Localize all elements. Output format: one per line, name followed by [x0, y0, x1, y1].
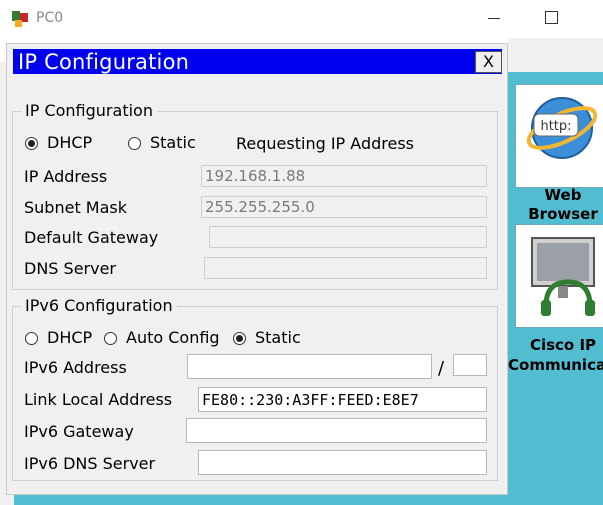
maximize-button[interactable] — [545, 11, 558, 24]
ipv6-static-radio[interactable] — [233, 332, 246, 345]
ip-address-label: IP Address — [24, 167, 108, 186]
ipv4-static-radio[interactable] — [128, 137, 141, 150]
ipv6-static-label[interactable]: Static — [255, 328, 301, 347]
ipv4-status-text: Requesting IP Address — [236, 134, 414, 153]
subnet-mask-label: Subnet Mask — [24, 198, 128, 217]
link-local-address-label: Link Local Address — [24, 390, 173, 409]
ipv6-dns-server-label: IPv6 DNS Server — [24, 454, 156, 473]
ip-configuration-dialog: IP Configuration X IP Configuration DHCP… — [7, 44, 507, 494]
ipv6-gateway-label: IPv6 Gateway — [24, 422, 134, 441]
prefix-separator: / — [438, 358, 445, 379]
tab-strip — [508, 38, 603, 63]
packet-tracer-pc-icon — [12, 11, 28, 27]
web-browser-label-line2: Browser — [528, 205, 598, 223]
ipv6-address-field[interactable] — [187, 354, 432, 379]
ipv6-address-label: IPv6 Address — [24, 358, 127, 377]
ip-address-field[interactable] — [201, 165, 487, 187]
close-button[interactable]: X — [475, 51, 502, 73]
window-title: PC0 — [36, 10, 64, 26]
ip-communicator-icon — [531, 237, 595, 316]
ipv4-static-label[interactable]: Static — [150, 133, 196, 152]
ipv6-prefix-field[interactable] — [453, 354, 487, 376]
ipv4-config-group: IP Configuration DHCP Static Requesting … — [12, 101, 498, 290]
ipv6-config-group: IPv6 Configuration DHCP Auto Config Stat… — [12, 296, 498, 481]
ipv6-gateway-field[interactable] — [186, 418, 487, 443]
link-local-address-field[interactable] — [198, 387, 487, 412]
ipv4-dhcp-radio[interactable] — [25, 137, 38, 150]
subnet-mask-field[interactable] — [201, 196, 487, 218]
default-gateway-field[interactable] — [209, 226, 487, 248]
default-gateway-label: Default Gateway — [24, 228, 159, 247]
dns-server-field[interactable] — [204, 257, 487, 279]
ipv6-auto-config-radio[interactable] — [104, 332, 117, 345]
ip-communicator-label-line1: Cisco IP — [529, 336, 597, 354]
http-badge-text: http: — [540, 119, 571, 134]
ipv6-dhcp-label[interactable]: DHCP — [47, 328, 92, 347]
web-browser-icon: http: — [526, 97, 598, 159]
minimize-button[interactable] — [488, 8, 502, 26]
ipv4-dhcp-label[interactable]: DHCP — [47, 133, 92, 152]
dialog-title: IP Configuration — [18, 50, 190, 74]
dns-server-label: DNS Server — [24, 259, 116, 278]
ipv6-group-title: IPv6 Configuration — [21, 296, 177, 315]
ipv6-dns-server-field[interactable] — [198, 450, 487, 475]
web-browser-label-line1: Web — [544, 186, 582, 204]
window-titlebar: PC0 — [0, 0, 603, 38]
ipv4-group-title: IP Configuration — [21, 101, 157, 120]
dialog-titlebar: IP Configuration X — [13, 49, 502, 74]
ip-communicator-label-line2: Communicator — [508, 356, 603, 374]
ipv6-dhcp-radio[interactable] — [25, 332, 38, 345]
ipv6-auto-config-label[interactable]: Auto Config — [126, 328, 220, 347]
